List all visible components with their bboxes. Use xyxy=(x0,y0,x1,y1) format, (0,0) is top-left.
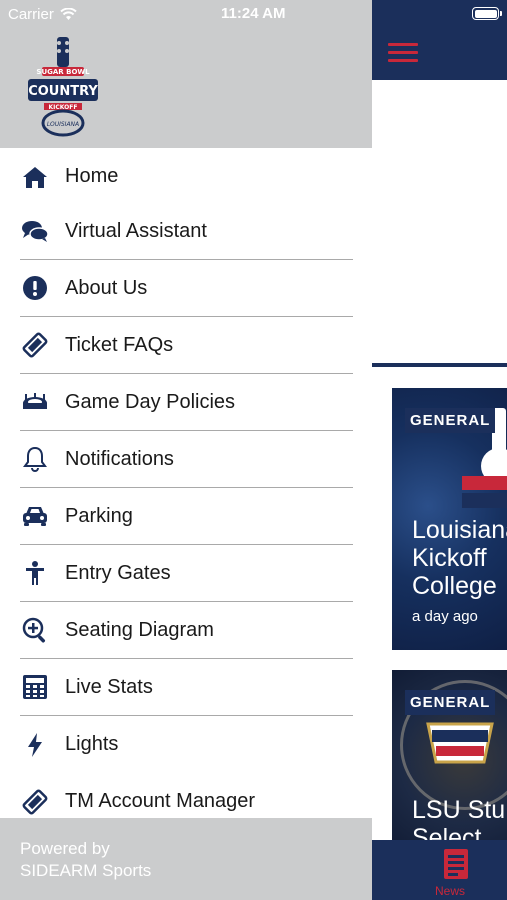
drawer-header: Carrier 11:24 AM SUGAR BOWL COUNTRY KICK… xyxy=(0,0,372,148)
chat-icon xyxy=(20,216,50,246)
news-card[interactable]: GENERAL Louisiana Kickoff College a day … xyxy=(392,388,507,650)
menu-item-label: Game Day Policies xyxy=(65,390,236,413)
ticket-icon xyxy=(20,787,50,817)
stadium-icon xyxy=(20,387,50,417)
card-timestamp: a day ago xyxy=(412,608,478,625)
news-icon[interactable] xyxy=(442,848,470,880)
menu-item-label: Virtual Assistant xyxy=(65,219,207,242)
battery-tip xyxy=(500,11,502,16)
sidearm-sports-link[interactable]: SIDEARM Sports xyxy=(20,861,151,881)
powered-by-label: Powered by xyxy=(20,839,110,858)
hamburger-menu-icon[interactable] xyxy=(388,43,418,63)
tab-news[interactable]: News xyxy=(435,884,465,898)
menu-item-label: Ticket FAQs xyxy=(65,333,174,356)
menu-item-label: Notifications xyxy=(65,447,174,470)
menu-item-virtual-assistant[interactable]: Virtual Assistant xyxy=(20,203,353,260)
svg-text:SUGAR BOWL: SUGAR BOWL xyxy=(36,68,90,76)
top-nav-bar xyxy=(372,0,507,80)
menu-item-label: Home xyxy=(65,165,119,187)
status-carrier: Carrier xyxy=(8,6,77,23)
zoom-in-icon xyxy=(20,615,50,645)
menu-item-label: Parking xyxy=(65,504,133,527)
menu-item-ticket-faqs[interactable]: Ticket FAQs xyxy=(20,317,353,374)
bell-icon xyxy=(20,444,50,474)
battery-icon xyxy=(472,7,499,20)
svg-text:KICKOFF: KICKOFF xyxy=(49,104,78,111)
drawer-menu: Home Virtual Assistant About Us Ticket F… xyxy=(0,148,372,818)
menu-item-about-us[interactable]: About Us xyxy=(20,260,353,317)
navigation-drawer: Carrier 11:24 AM SUGAR BOWL COUNTRY KICK… xyxy=(0,0,372,900)
sugar-bowl-country-kickoff-logo-icon: SUGAR BOWL COUNTRY KICKOFF LOUISIANA xyxy=(28,37,98,137)
menu-item-seating-diagram[interactable]: Seating Diagram xyxy=(20,602,353,659)
card-category-badge: GENERAL xyxy=(405,408,496,433)
drawer-footer: Powered by SIDEARM Sports xyxy=(0,818,372,900)
menu-item-live-stats[interactable]: Live Stats xyxy=(20,659,353,716)
menu-item-label: About Us xyxy=(65,276,148,299)
status-time: 11:24 AM xyxy=(221,5,286,22)
menu-item-entry-gates[interactable]: Entry Gates xyxy=(20,545,353,602)
car-icon xyxy=(20,501,50,531)
svg-text:COUNTRY: COUNTRY xyxy=(28,84,98,99)
menu-item-parking[interactable]: Parking xyxy=(20,488,353,545)
home-icon xyxy=(20,162,50,192)
menu-item-label: Lights xyxy=(65,733,119,755)
person-icon xyxy=(20,558,50,588)
menu-item-home[interactable]: Home xyxy=(20,148,353,205)
menu-item-notifications[interactable]: Notifications xyxy=(20,431,353,488)
menu-item-label: Seating Diagram xyxy=(65,618,214,641)
info-icon xyxy=(20,273,50,303)
main-content-panel: GENERAL Louisiana Kickoff College a day … xyxy=(372,0,507,900)
section-divider xyxy=(372,363,507,367)
ticket-icon xyxy=(20,330,50,360)
wifi-icon xyxy=(60,8,77,20)
menu-item-label: TM Account Manager xyxy=(65,790,256,812)
svg-text:LOUISIANA: LOUISIANA xyxy=(47,121,79,128)
bolt-icon xyxy=(20,730,50,760)
news-card[interactable]: GENERAL LSU Stu Select xyxy=(392,670,507,850)
calculator-icon xyxy=(20,672,50,702)
menu-item-label: Entry Gates xyxy=(65,561,171,584)
allstate-sugar-bowl-logo-icon xyxy=(426,722,494,764)
card-category-badge: GENERAL xyxy=(405,690,496,715)
menu-item-tm-account-manager[interactable]: TM Account Manager xyxy=(20,773,353,818)
menu-item-label: Live Stats xyxy=(65,675,153,698)
bottom-tab-bar: News xyxy=(372,840,507,900)
card-title: Louisiana Kickoff College xyxy=(412,516,507,600)
menu-item-game-day-policies[interactable]: Game Day Policies xyxy=(20,374,353,431)
menu-item-lights[interactable]: Lights xyxy=(20,716,353,773)
